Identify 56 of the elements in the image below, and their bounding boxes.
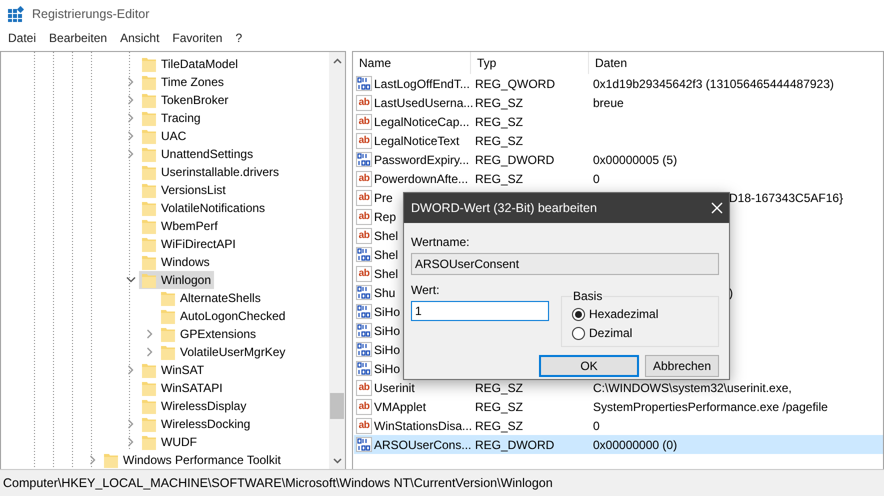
value-name: Rep (374, 210, 396, 224)
status-path: Computer\HKEY_LOCAL_MACHINE\SOFTWARE\Microsoft\Windows NT\CurrentVersion\Winlogon (3, 476, 553, 490)
string-value-icon: ab (356, 208, 372, 224)
value-name: Shel (374, 228, 398, 242)
value-name: SiHo (374, 324, 400, 338)
value-name: LegalNoticeCap... (374, 114, 470, 128)
value-data: 0x00000000 (0) (593, 438, 678, 452)
field-label: Wertname: (411, 235, 470, 249)
value-data: 0x1d19b29345642f3 (131056465444487923) (593, 76, 834, 90)
value-name: PasswordExpiry... (374, 152, 470, 166)
value-data: 0 (593, 172, 600, 186)
value-name: Shel (374, 266, 398, 280)
value-name: Pre (374, 190, 393, 204)
value-data: C:\WINDOWS\system32\userinit.exe, (593, 380, 792, 394)
string-value-icon: ab (356, 266, 372, 282)
string-value-icon: ab (356, 418, 372, 434)
value-name: SiHo (374, 342, 400, 356)
value-name: LastLogOffEndT... (374, 76, 470, 90)
string-value-icon: ab (356, 380, 372, 396)
value-name: LegalNoticeText (374, 134, 460, 148)
string-value-icon: ab (356, 94, 372, 110)
string-value-icon: ab (356, 114, 372, 130)
value-data: 0x00000005 (5) (593, 152, 678, 166)
value-type: REG_DWORD (475, 152, 554, 166)
string-value-icon: ab (356, 170, 372, 186)
value-type: REG_SZ (475, 172, 524, 186)
value-type: REG_SZ (475, 400, 524, 414)
value-name: VMApplet (374, 400, 426, 414)
value-type: REG_DWORD (475, 438, 554, 452)
window-title: Registrierungs-Editor (32, 7, 150, 21)
value-name: Shu (374, 286, 396, 300)
string-value-icon: ab (356, 398, 372, 414)
value-data: 0 (593, 418, 600, 432)
value-type: REG_SZ (475, 418, 524, 432)
value-name: SiHo (374, 304, 400, 318)
value-name: PowerdownAfte... (374, 172, 468, 186)
value-type: REG_QWORD (475, 76, 556, 90)
string-value-icon: ab (356, 190, 372, 206)
value-type: REG_SZ (475, 134, 524, 148)
group-label: Basis (572, 289, 604, 303)
string-value-icon: ab (356, 228, 372, 244)
value-name: ARSOUserCons... (374, 438, 472, 452)
value-data: SystemPropertiesPerformance.exe /pagefile (593, 400, 828, 414)
value-type: REG_SZ (475, 96, 524, 110)
value-data: D18-167343C5AF16} (729, 190, 844, 204)
field-label: Wert: (411, 283, 440, 297)
value-type: REG_SZ (475, 114, 524, 128)
value-name: WinStationsDisa... (374, 418, 472, 432)
value-name: SiHo (374, 362, 400, 376)
string-value-icon: ab (356, 132, 372, 148)
value-name: LastUsedUserna... (374, 96, 474, 110)
value-type: REG_SZ (475, 380, 524, 394)
value-name: Userinit (374, 380, 415, 394)
dialog-title: DWORD-Wert (32-Bit) bearbeiten (411, 201, 597, 215)
value-data: breue (593, 96, 624, 110)
value-name: Shel (374, 248, 398, 262)
